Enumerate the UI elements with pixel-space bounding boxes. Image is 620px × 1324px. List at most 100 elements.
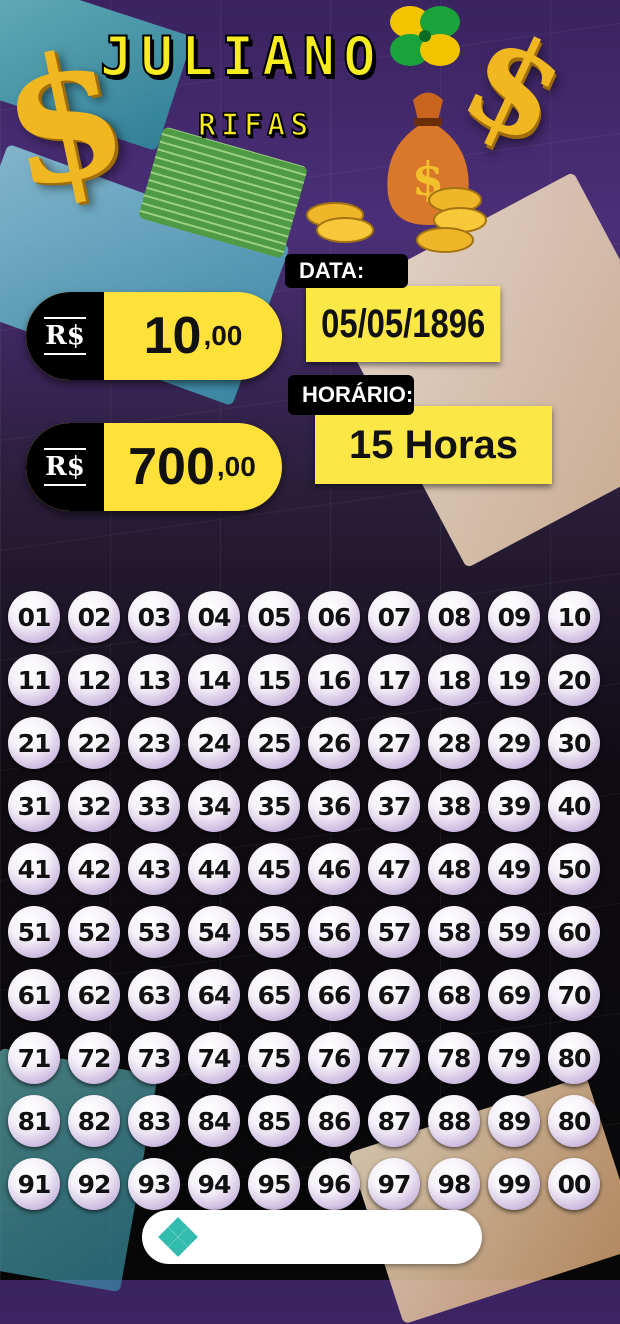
raffle-number-ball[interactable]: 40 — [548, 780, 600, 832]
raffle-number-ball[interactable]: 52 — [68, 906, 120, 958]
raffle-number-ball[interactable]: 68 — [428, 969, 480, 1021]
raffle-number-ball[interactable]: 76 — [308, 1032, 360, 1084]
raffle-number-ball[interactable]: 34 — [188, 780, 240, 832]
raffle-number-ball[interactable]: 17 — [368, 654, 420, 706]
raffle-number-ball[interactable]: 65 — [248, 969, 300, 1021]
raffle-number-ball[interactable]: 88 — [428, 1095, 480, 1147]
raffle-number-ball[interactable]: 11 — [8, 654, 60, 706]
raffle-number-ball[interactable]: 07 — [368, 591, 420, 643]
raffle-number-ball[interactable]: 09 — [488, 591, 540, 643]
raffle-number-ball[interactable]: 00 — [548, 1158, 600, 1210]
raffle-number-ball[interactable]: 64 — [188, 969, 240, 1021]
raffle-number-ball[interactable]: 99 — [488, 1158, 540, 1210]
raffle-number-ball[interactable]: 31 — [8, 780, 60, 832]
raffle-number-ball[interactable]: 06 — [308, 591, 360, 643]
raffle-number-ball[interactable]: 03 — [128, 591, 180, 643]
raffle-number-ball[interactable]: 93 — [128, 1158, 180, 1210]
raffle-number-ball[interactable]: 26 — [308, 717, 360, 769]
raffle-number-ball[interactable]: 53 — [128, 906, 180, 958]
raffle-number-ball[interactable]: 75 — [248, 1032, 300, 1084]
raffle-number-ball[interactable]: 51 — [8, 906, 60, 958]
raffle-number-ball[interactable]: 81 — [8, 1095, 60, 1147]
raffle-number-ball[interactable]: 84 — [188, 1095, 240, 1147]
raffle-number-ball[interactable]: 56 — [308, 906, 360, 958]
raffle-number-ball[interactable]: 62 — [68, 969, 120, 1021]
raffle-number-ball[interactable]: 58 — [428, 906, 480, 958]
raffle-number-ball[interactable]: 27 — [368, 717, 420, 769]
raffle-number-ball[interactable]: 77 — [368, 1032, 420, 1084]
raffle-number-ball[interactable]: 83 — [128, 1095, 180, 1147]
raffle-number-ball[interactable]: 18 — [428, 654, 480, 706]
raffle-number-ball[interactable]: 95 — [248, 1158, 300, 1210]
raffle-number-ball[interactable]: 39 — [488, 780, 540, 832]
raffle-number-ball[interactable]: 86 — [308, 1095, 360, 1147]
pix-payment-bar[interactable] — [142, 1210, 482, 1264]
raffle-number-ball[interactable]: 02 — [68, 591, 120, 643]
raffle-number-ball[interactable]: 13 — [128, 654, 180, 706]
raffle-number-ball[interactable]: 74 — [188, 1032, 240, 1084]
raffle-number-ball[interactable]: 35 — [248, 780, 300, 832]
raffle-number-ball[interactable]: 91 — [8, 1158, 60, 1210]
raffle-number-ball[interactable]: 29 — [488, 717, 540, 769]
raffle-number-ball[interactable]: 28 — [428, 717, 480, 769]
raffle-number-ball[interactable]: 20 — [548, 654, 600, 706]
raffle-number-ball[interactable]: 72 — [68, 1032, 120, 1084]
raffle-number-ball[interactable]: 44 — [188, 843, 240, 895]
raffle-number-ball[interactable]: 67 — [368, 969, 420, 1021]
raffle-number-ball[interactable]: 94 — [188, 1158, 240, 1210]
raffle-number-ball[interactable]: 36 — [308, 780, 360, 832]
raffle-number-ball[interactable]: 16 — [308, 654, 360, 706]
raffle-number-ball[interactable]: 80 — [548, 1032, 600, 1084]
raffle-number-ball[interactable]: 22 — [68, 717, 120, 769]
raffle-number-ball[interactable]: 57 — [368, 906, 420, 958]
raffle-number-ball[interactable]: 32 — [68, 780, 120, 832]
raffle-number-ball[interactable]: 14 — [188, 654, 240, 706]
raffle-number-ball[interactable]: 61 — [8, 969, 60, 1021]
raffle-number-ball[interactable]: 21 — [8, 717, 60, 769]
raffle-number-ball[interactable]: 82 — [68, 1095, 120, 1147]
raffle-number-ball[interactable]: 63 — [128, 969, 180, 1021]
raffle-number-ball[interactable]: 41 — [8, 843, 60, 895]
raffle-number-ball[interactable]: 92 — [68, 1158, 120, 1210]
raffle-number-ball[interactable]: 85 — [248, 1095, 300, 1147]
raffle-number-ball[interactable]: 12 — [68, 654, 120, 706]
raffle-number-ball[interactable]: 10 — [548, 591, 600, 643]
raffle-number-ball[interactable]: 45 — [248, 843, 300, 895]
raffle-number-ball[interactable]: 33 — [128, 780, 180, 832]
raffle-number-ball[interactable]: 73 — [128, 1032, 180, 1084]
raffle-number-ball[interactable]: 87 — [368, 1095, 420, 1147]
raffle-number-ball[interactable]: 15 — [248, 654, 300, 706]
raffle-number-ball[interactable]: 66 — [308, 969, 360, 1021]
raffle-number-ball[interactable]: 70 — [548, 969, 600, 1021]
raffle-number-ball[interactable]: 59 — [488, 906, 540, 958]
raffle-number-ball[interactable]: 42 — [68, 843, 120, 895]
raffle-number-ball[interactable]: 08 — [428, 591, 480, 643]
raffle-number-ball[interactable]: 49 — [488, 843, 540, 895]
raffle-number-ball[interactable]: 19 — [488, 654, 540, 706]
raffle-number-ball[interactable]: 98 — [428, 1158, 480, 1210]
raffle-number-ball[interactable]: 55 — [248, 906, 300, 958]
raffle-number-ball[interactable]: 54 — [188, 906, 240, 958]
raffle-number-ball[interactable]: 46 — [308, 843, 360, 895]
raffle-number-ball[interactable]: 47 — [368, 843, 420, 895]
raffle-number-ball[interactable]: 69 — [488, 969, 540, 1021]
raffle-number-ball[interactable]: 37 — [368, 780, 420, 832]
raffle-number-ball[interactable]: 48 — [428, 843, 480, 895]
raffle-number-ball[interactable]: 23 — [128, 717, 180, 769]
raffle-number-ball[interactable]: 04 — [188, 591, 240, 643]
raffle-number-ball[interactable]: 97 — [368, 1158, 420, 1210]
raffle-number-ball[interactable]: 89 — [488, 1095, 540, 1147]
raffle-number-ball[interactable]: 01 — [8, 591, 60, 643]
raffle-number-ball[interactable]: 25 — [248, 717, 300, 769]
raffle-number-ball[interactable]: 60 — [548, 906, 600, 958]
raffle-number-ball[interactable]: 24 — [188, 717, 240, 769]
raffle-number-ball[interactable]: 38 — [428, 780, 480, 832]
raffle-number-ball[interactable]: 80 — [548, 1095, 600, 1147]
raffle-number-ball[interactable]: 43 — [128, 843, 180, 895]
raffle-number-ball[interactable]: 79 — [488, 1032, 540, 1084]
raffle-number-ball[interactable]: 05 — [248, 591, 300, 643]
raffle-number-ball[interactable]: 71 — [8, 1032, 60, 1084]
raffle-number-ball[interactable]: 50 — [548, 843, 600, 895]
raffle-number-ball[interactable]: 96 — [308, 1158, 360, 1210]
raffle-number-ball[interactable]: 30 — [548, 717, 600, 769]
